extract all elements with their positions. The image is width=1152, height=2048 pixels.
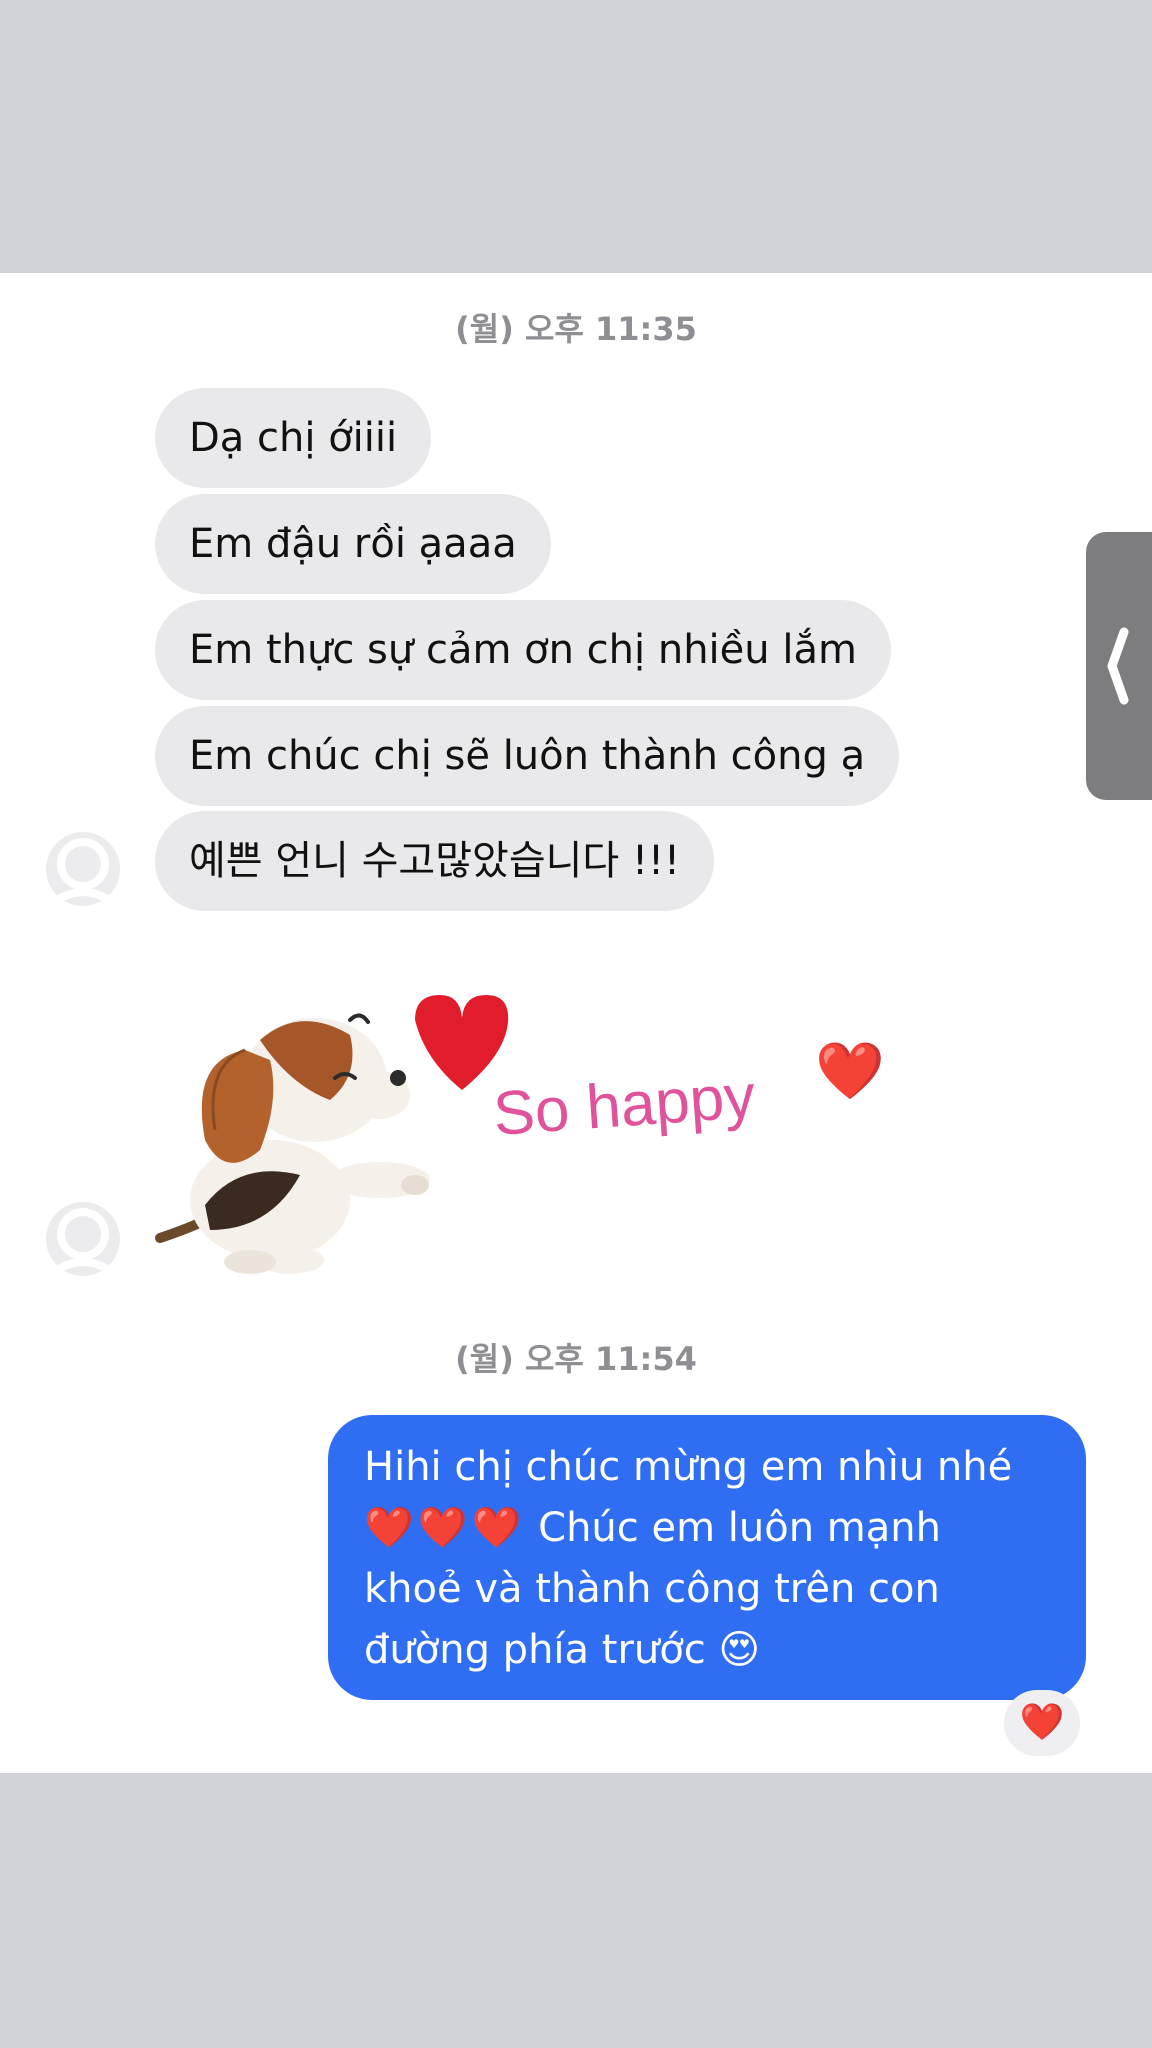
- incoming-message[interactable]: Em thực sự cảm ơn chị nhiều lắm: [155, 600, 891, 700]
- contact-avatar-icon[interactable]: [44, 830, 122, 908]
- sticker-heart-emoji: ❤️: [815, 1039, 885, 1104]
- incoming-message[interactable]: Dạ chị ớiiii: [155, 388, 432, 488]
- message-text: đường phía trước: [364, 1627, 706, 1673]
- message-line: đường phía trước 😍: [364, 1620, 1060, 1681]
- timestamp: (월) 오후 11:54: [455, 1340, 697, 1378]
- sticker[interactable]: So happy ❤️: [150, 990, 890, 1290]
- message-text: Chúc em luôn mạnh: [538, 1505, 941, 1551]
- heart-reaction-badge[interactable]: ❤️: [1004, 1690, 1080, 1756]
- timestamp: (월) 오후 11:35: [455, 310, 697, 348]
- outgoing-message[interactable]: Hihi chị chúc mừng em nhìu nhé ❤️❤️❤️ Ch…: [328, 1415, 1086, 1700]
- incoming-message[interactable]: Em đậu rồi ạaaa: [155, 494, 551, 594]
- hearts-emoji: ❤️❤️❤️: [364, 1505, 526, 1551]
- heart-eyes-emoji: 😍: [718, 1627, 761, 1673]
- heart-icon: [415, 995, 509, 1090]
- bottom-blank-band: [0, 1773, 1152, 2048]
- incoming-message[interactable]: 예쁜 언니 수고많았습니다 !!!: [155, 811, 715, 911]
- incoming-message[interactable]: Em chúc chị sẽ luôn thành công ạ: [155, 706, 900, 806]
- side-panel-handle[interactable]: [1086, 532, 1152, 800]
- beagle-puppy-icon: [155, 1013, 430, 1274]
- message-line: khoẻ và thành công trên con: [364, 1566, 940, 1612]
- chevron-left-icon: [1107, 627, 1129, 705]
- message-line: Hihi chị chúc mừng em nhìu nhé: [364, 1444, 1013, 1490]
- message-line: ❤️❤️❤️ Chúc em luôn mạnh: [364, 1498, 1060, 1559]
- sticker-text: So happy: [491, 1062, 757, 1149]
- top-blank-band: [0, 0, 1152, 273]
- contact-avatar-icon[interactable]: [44, 1200, 122, 1278]
